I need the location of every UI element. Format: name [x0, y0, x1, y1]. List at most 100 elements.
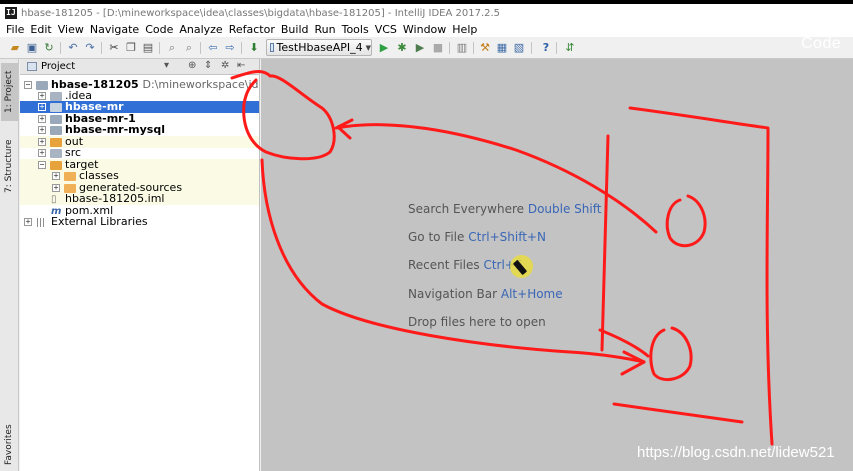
- collapse-all-icon[interactable]: ⇕: [204, 60, 212, 71]
- expand-icon[interactable]: +: [52, 184, 60, 192]
- window-title: hbase-181205 - [D:\mineworkspace\idea\cl…: [21, 7, 501, 19]
- project-panel-header: Project ▾ ⊕ ⇕ ✲ ⇤: [20, 59, 259, 75]
- back-icon[interactable]: ⇦: [206, 41, 220, 55]
- menu-run[interactable]: Run: [312, 23, 339, 36]
- gear-icon[interactable]: ✲: [221, 60, 229, 71]
- excluded-folder-icon: [50, 138, 62, 147]
- toolbar-separator: [159, 42, 160, 54]
- tree-item-iml[interactable]: ▯ hbase-181205.iml: [20, 193, 259, 205]
- chevron-down-icon: ▼: [365, 43, 371, 52]
- run-config-icon: [270, 43, 274, 52]
- module-folder-icon: [50, 126, 62, 135]
- hint-text: Search Everywhere: [408, 202, 524, 216]
- tree-item-hbase-mr-mysql[interactable]: + hbase-mr-mysql: [20, 124, 259, 136]
- menu-file[interactable]: File: [0, 23, 27, 36]
- module-settings-icon[interactable]: ▧: [512, 41, 526, 55]
- find-icon[interactable]: ⌕: [165, 41, 179, 55]
- title-bar: IJ hbase-181205 - [D:\mineworkspace\idea…: [0, 0, 853, 22]
- tree-item-src[interactable]: + src: [20, 147, 259, 159]
- undo-icon[interactable]: ↶: [66, 41, 80, 55]
- run-configuration-select[interactable]: TestHbaseAPI_4 ▼: [266, 39, 372, 56]
- stop-icon[interactable]: ■: [431, 41, 445, 55]
- hint-text: Recent Files: [408, 258, 480, 272]
- open-icon[interactable]: ▰: [8, 41, 22, 55]
- tree-item-label: External Libraries: [51, 215, 148, 228]
- folder-icon: [50, 149, 62, 158]
- expand-icon[interactable]: +: [38, 103, 46, 111]
- toolbar-separator: [60, 42, 61, 54]
- build-icon[interactable]: ⬇: [247, 41, 261, 55]
- hint-navigation-bar: Navigation Bar Alt+Home: [408, 287, 563, 301]
- sdk-icon[interactable]: ▦: [495, 41, 509, 55]
- run-icon[interactable]: ▶: [377, 41, 391, 55]
- expand-icon[interactable]: +: [38, 126, 46, 134]
- collapse-icon[interactable]: −: [38, 161, 46, 169]
- hint-shortcut: Double Shift: [527, 202, 602, 216]
- replace-icon[interactable]: ⌕: [182, 41, 196, 55]
- hide-panel-icon[interactable]: ⇤: [237, 60, 245, 71]
- expand-icon[interactable]: +: [38, 149, 46, 157]
- menu-tools[interactable]: Tools: [339, 23, 372, 36]
- tab-structure[interactable]: 7: Structure: [1, 127, 18, 197]
- tab-structure-label: 7: Structure: [4, 139, 14, 194]
- project-panel-title[interactable]: Project: [41, 61, 75, 72]
- hint-search-everywhere: Search Everywhere Double Shift: [408, 202, 601, 216]
- redo-icon[interactable]: ↷: [83, 41, 97, 55]
- forward-icon[interactable]: ⇨: [223, 41, 237, 55]
- hint-text: Navigation Bar: [408, 287, 498, 301]
- paste-icon[interactable]: ▤: [141, 41, 155, 55]
- hint-drop-files: Drop files here to open: [408, 315, 546, 329]
- copy-icon[interactable]: ❐: [124, 41, 138, 55]
- collapse-icon[interactable]: −: [24, 81, 32, 89]
- libraries-icon: |||: [36, 218, 46, 228]
- menu-vcs[interactable]: VCS: [372, 23, 400, 36]
- coverage-icon[interactable]: ▶: [413, 41, 427, 55]
- vcs-icon[interactable]: ⇵: [563, 41, 577, 55]
- tab-favorites[interactable]: Favorites: [1, 421, 18, 469]
- watermark-url: https://blog.csdn.net/lidew521: [637, 444, 835, 461]
- menu-help[interactable]: Help: [449, 23, 480, 36]
- tab-project[interactable]: 1: Project: [1, 63, 18, 121]
- expand-icon[interactable]: +: [38, 138, 46, 146]
- editor-empty-area[interactable]: Search Everywhere Double Shift Go to Fil…: [261, 59, 853, 471]
- tab-favorites-label: Favorites: [4, 424, 14, 465]
- menu-edit[interactable]: Edit: [27, 23, 54, 36]
- hint-text: Go to File: [408, 230, 465, 244]
- menu-navigate[interactable]: Navigate: [87, 23, 142, 36]
- expand-icon[interactable]: +: [52, 172, 60, 180]
- help-icon[interactable]: ?: [539, 41, 553, 55]
- expand-icon[interactable]: +: [38, 92, 46, 100]
- excluded-folder-icon: [50, 161, 62, 170]
- toolbar-separator: [556, 42, 557, 54]
- intellij-app-icon: IJ: [5, 7, 17, 19]
- menu-code[interactable]: Code: [142, 23, 176, 36]
- expand-icon[interactable]: +: [24, 218, 32, 226]
- settings-icon[interactable]: ⚒: [478, 41, 492, 55]
- tree-item-hbase-mr[interactable]: + hbase-mr: [20, 101, 259, 113]
- tree-item-external-libraries[interactable]: + ||| External Libraries: [20, 215, 259, 228]
- scroll-from-source-icon[interactable]: ⊕: [188, 60, 196, 71]
- toolbar-separator: [531, 42, 532, 54]
- save-all-icon[interactable]: ▣: [25, 41, 39, 55]
- menu-analyze[interactable]: Analyze: [176, 23, 225, 36]
- run-config-label: TestHbaseAPI_4: [276, 41, 363, 54]
- cut-icon[interactable]: ✂: [107, 41, 121, 55]
- expand-icon[interactable]: +: [38, 115, 46, 123]
- main-toolbar: ▰ ▣ ↻ ↶ ↷ ✂ ❐ ▤ ⌕ ⌕ ⇦ ⇨ ⬇ TestHbaseAPI_4…: [0, 37, 853, 59]
- hint-shortcut: Alt+Home: [500, 287, 563, 301]
- hint-text: Drop files here to open: [408, 315, 546, 329]
- menu-view[interactable]: View: [55, 23, 87, 36]
- ide-window: IJ hbase-181205 - [D:\mineworkspace\idea…: [0, 0, 853, 471]
- debug-icon[interactable]: ✱: [395, 41, 409, 55]
- project-structure-icon[interactable]: ▥: [455, 41, 469, 55]
- menu-window[interactable]: Window: [400, 23, 449, 36]
- module-folder-icon: [50, 115, 62, 124]
- excluded-folder-icon: [64, 172, 76, 181]
- sync-icon[interactable]: ↻: [42, 41, 56, 55]
- menu-build[interactable]: Build: [278, 23, 312, 36]
- brand-overlay-text: Code: [801, 35, 842, 52]
- folder-icon: [50, 92, 62, 101]
- chevron-down-icon[interactable]: ▾: [164, 60, 169, 71]
- menu-refactor[interactable]: Refactor: [226, 23, 278, 36]
- toolbar-separator: [449, 42, 450, 54]
